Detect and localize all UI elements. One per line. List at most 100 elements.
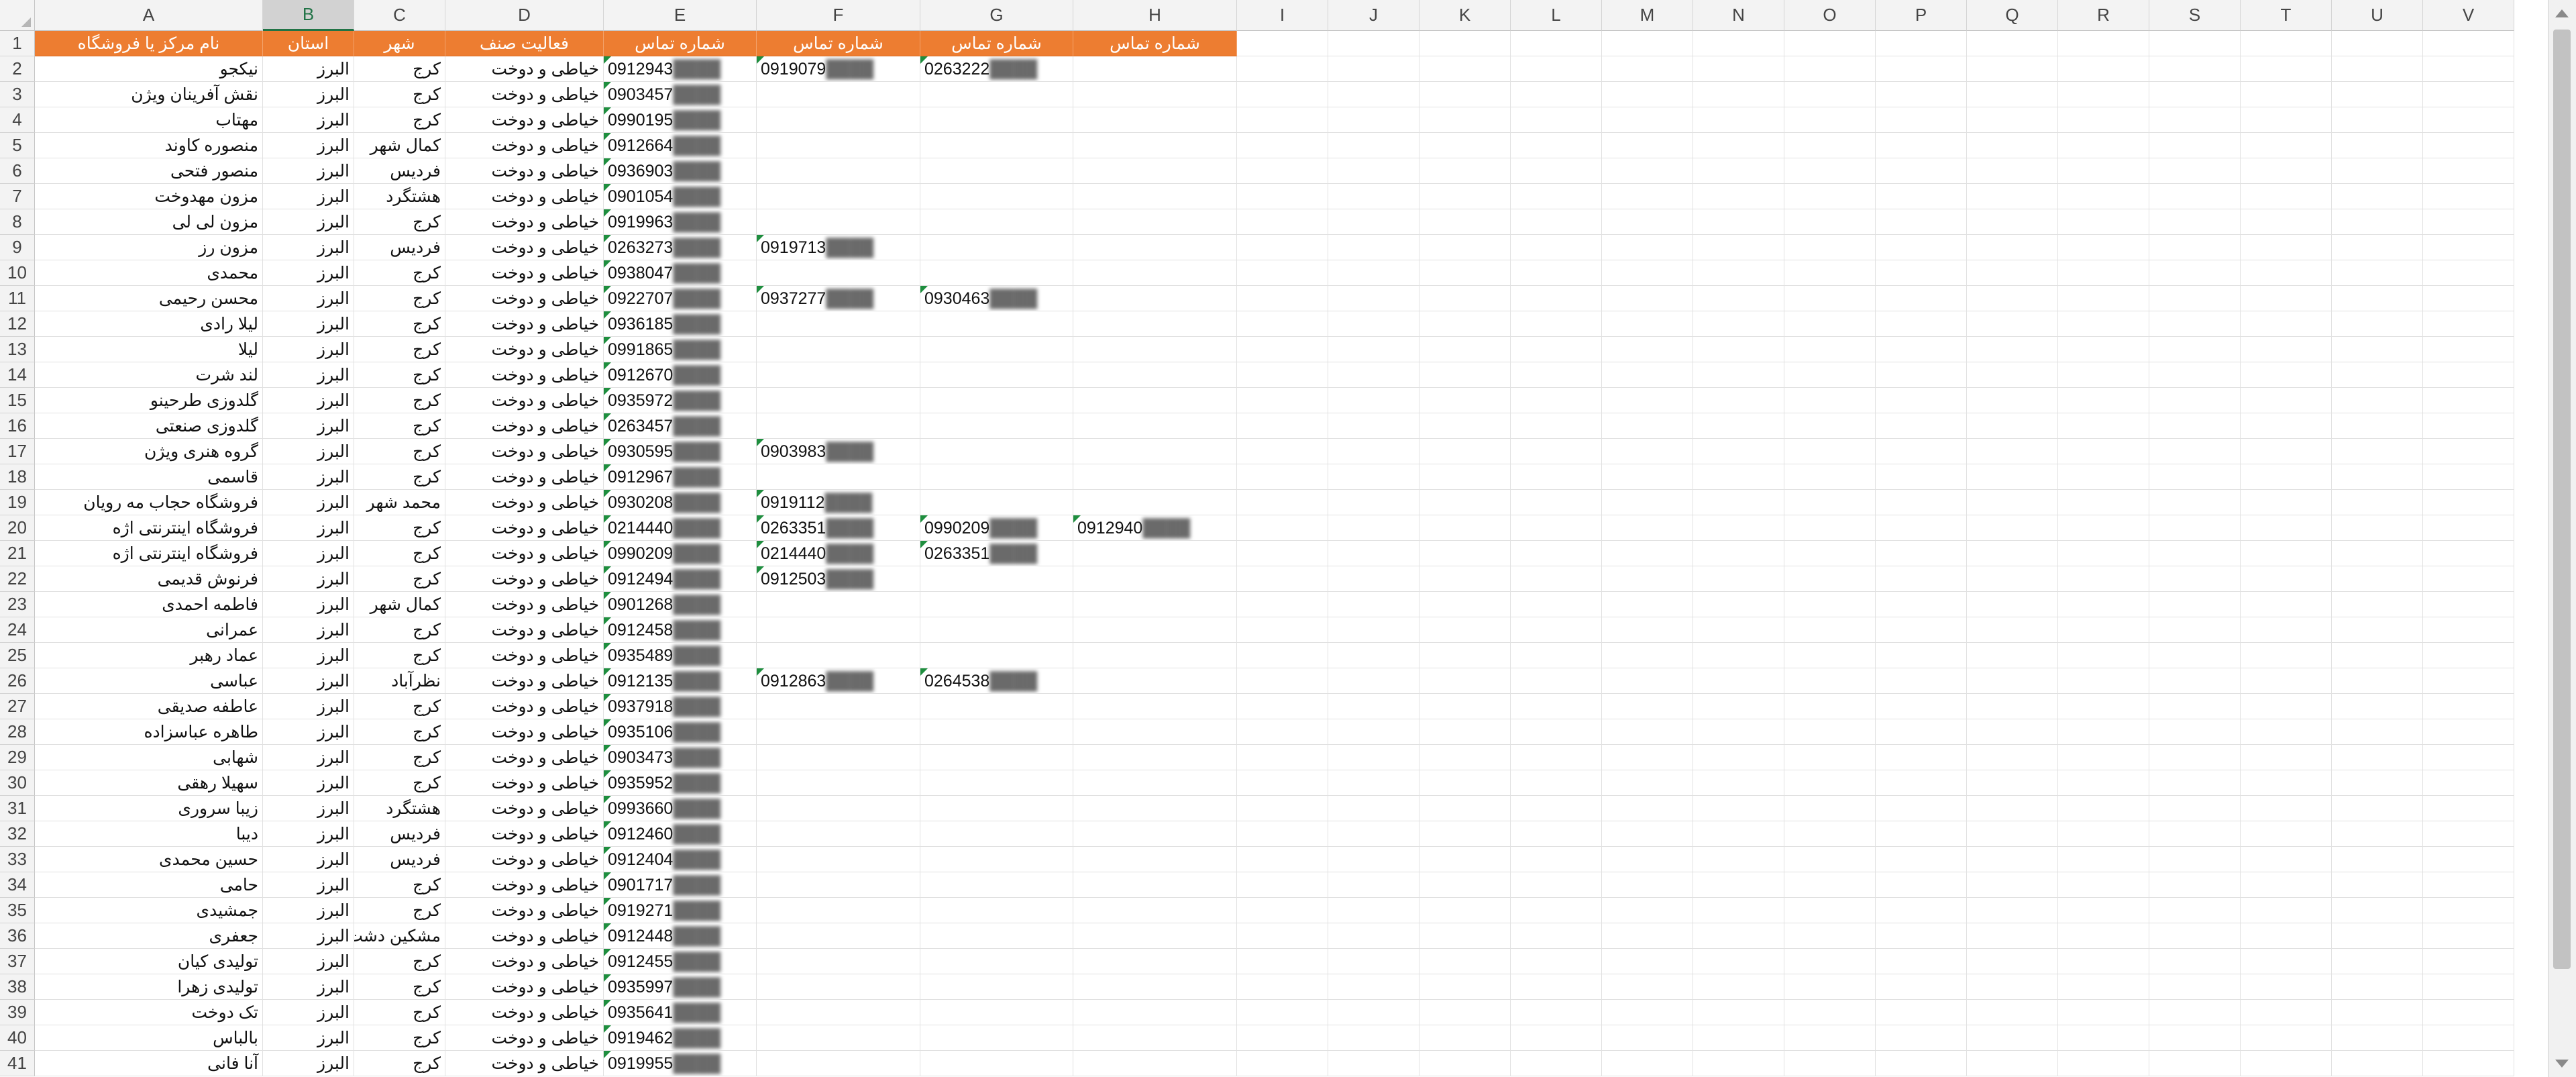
- cell-f[interactable]: [757, 311, 920, 337]
- empty-cell[interactable]: [1693, 770, 1784, 796]
- empty-cell[interactable]: [1602, 694, 1693, 719]
- empty-cell[interactable]: [1784, 31, 1876, 56]
- cell-a[interactable]: فروشگاه اینترنتی اژه: [35, 515, 263, 541]
- empty-cell[interactable]: [1237, 668, 1328, 694]
- cell-d[interactable]: خیاطی و دوخت: [445, 566, 604, 592]
- empty-cell[interactable]: [2332, 235, 2423, 260]
- empty-cell[interactable]: [1693, 617, 1784, 643]
- cell-a[interactable]: شهابی: [35, 745, 263, 770]
- empty-cell[interactable]: [1237, 541, 1328, 566]
- empty-cell[interactable]: [1419, 107, 1511, 133]
- empty-cell[interactable]: [1328, 719, 1419, 745]
- empty-cell[interactable]: [1693, 694, 1784, 719]
- cell-a[interactable]: نیکجو: [35, 56, 263, 82]
- empty-cell[interactable]: [1328, 107, 1419, 133]
- empty-cell[interactable]: [1328, 821, 1419, 847]
- cell-h[interactable]: [1073, 898, 1237, 923]
- empty-cell[interactable]: [1967, 107, 2058, 133]
- empty-cell[interactable]: [1237, 286, 1328, 311]
- empty-cell[interactable]: [1602, 260, 1693, 286]
- cell-a[interactable]: محمدی: [35, 260, 263, 286]
- empty-cell[interactable]: [2058, 515, 2149, 541]
- empty-cell[interactable]: [2241, 1025, 2332, 1051]
- row-header-20[interactable]: 20: [0, 515, 35, 541]
- empty-cell[interactable]: [1419, 362, 1511, 388]
- empty-cell[interactable]: [1237, 515, 1328, 541]
- empty-cell[interactable]: [2241, 643, 2332, 668]
- row-header-36[interactable]: 36: [0, 923, 35, 949]
- column-header-b[interactable]: B: [263, 0, 354, 31]
- empty-cell[interactable]: [2058, 821, 2149, 847]
- cell-d[interactable]: خیاطی و دوخت: [445, 133, 604, 158]
- empty-cell[interactable]: [1237, 617, 1328, 643]
- empty-cell[interactable]: [1967, 464, 2058, 490]
- cell-a[interactable]: فروشگاه اینترنتی اژه: [35, 541, 263, 566]
- empty-cell[interactable]: [2058, 617, 2149, 643]
- empty-cell[interactable]: [2332, 898, 2423, 923]
- empty-cell[interactable]: [1784, 898, 1876, 923]
- cell-c[interactable]: کرج: [354, 949, 445, 974]
- empty-cell[interactable]: [2332, 745, 2423, 770]
- cell-b[interactable]: البرز: [263, 719, 354, 745]
- cell-e[interactable]: 0936903████: [604, 158, 757, 184]
- empty-cell[interactable]: [2058, 592, 2149, 617]
- empty-cell[interactable]: [2332, 515, 2423, 541]
- empty-cell[interactable]: [1237, 643, 1328, 668]
- empty-cell[interactable]: [2423, 184, 2514, 209]
- cell-a[interactable]: آنا فانی: [35, 1051, 263, 1076]
- empty-cell[interactable]: [1967, 388, 2058, 413]
- cell-c[interactable]: کرج: [354, 464, 445, 490]
- cell-c[interactable]: کرج: [354, 719, 445, 745]
- empty-cell[interactable]: [1237, 133, 1328, 158]
- empty-cell[interactable]: [1237, 311, 1328, 337]
- column-header-r[interactable]: R: [2058, 0, 2149, 31]
- empty-cell[interactable]: [2332, 1025, 2423, 1051]
- cell-g[interactable]: [920, 770, 1073, 796]
- cell-g[interactable]: [920, 745, 1073, 770]
- cell-a[interactable]: عباسی: [35, 668, 263, 694]
- cell-c[interactable]: کرج: [354, 1051, 445, 1076]
- empty-cell[interactable]: [1419, 974, 1511, 1000]
- cell-f[interactable]: [757, 923, 920, 949]
- empty-cell[interactable]: [1328, 31, 1419, 56]
- cell-c[interactable]: کرج: [354, 56, 445, 82]
- cell-d[interactable]: خیاطی و دوخت: [445, 949, 604, 974]
- cell-b[interactable]: البرز: [263, 388, 354, 413]
- cell-g[interactable]: [920, 617, 1073, 643]
- scroll-up-arrow-icon[interactable]: [2555, 9, 2569, 17]
- empty-cell[interactable]: [1967, 235, 2058, 260]
- empty-cell[interactable]: [2241, 209, 2332, 235]
- cell-e[interactable]: 0919271████: [604, 898, 757, 923]
- cell-d[interactable]: خیاطی و دوخت: [445, 796, 604, 821]
- empty-cell[interactable]: [1693, 949, 1784, 974]
- cell-g[interactable]: [920, 719, 1073, 745]
- column-header-i[interactable]: I: [1237, 0, 1328, 31]
- empty-cell[interactable]: [1511, 31, 1602, 56]
- row-header-2[interactable]: 2: [0, 56, 35, 82]
- column-header-n[interactable]: N: [1693, 0, 1784, 31]
- empty-cell[interactable]: [1237, 184, 1328, 209]
- empty-cell[interactable]: [2058, 566, 2149, 592]
- empty-cell[interactable]: [2149, 1025, 2241, 1051]
- empty-cell[interactable]: [1419, 1000, 1511, 1025]
- cell-d[interactable]: خیاطی و دوخت: [445, 158, 604, 184]
- header-cell-g[interactable]: شماره تماس: [920, 31, 1073, 56]
- cell-b[interactable]: البرز: [263, 592, 354, 617]
- empty-cell[interactable]: [1419, 566, 1511, 592]
- cell-c[interactable]: کرج: [354, 898, 445, 923]
- row-header-1[interactable]: 1: [0, 31, 35, 56]
- cell-d[interactable]: خیاطی و دوخت: [445, 770, 604, 796]
- empty-cell[interactable]: [2423, 82, 2514, 107]
- cell-b[interactable]: البرز: [263, 821, 354, 847]
- empty-cell[interactable]: [1419, 464, 1511, 490]
- cell-e[interactable]: 0930595████: [604, 439, 757, 464]
- empty-cell[interactable]: [1784, 311, 1876, 337]
- cell-d[interactable]: خیاطی و دوخت: [445, 464, 604, 490]
- empty-cell[interactable]: [1693, 337, 1784, 362]
- empty-cell[interactable]: [2241, 311, 2332, 337]
- empty-cell[interactable]: [1602, 643, 1693, 668]
- cell-a[interactable]: منصور فتحی: [35, 158, 263, 184]
- cell-g[interactable]: 0264538████: [920, 668, 1073, 694]
- cell-b[interactable]: البرز: [263, 541, 354, 566]
- empty-cell[interactable]: [1419, 1051, 1511, 1076]
